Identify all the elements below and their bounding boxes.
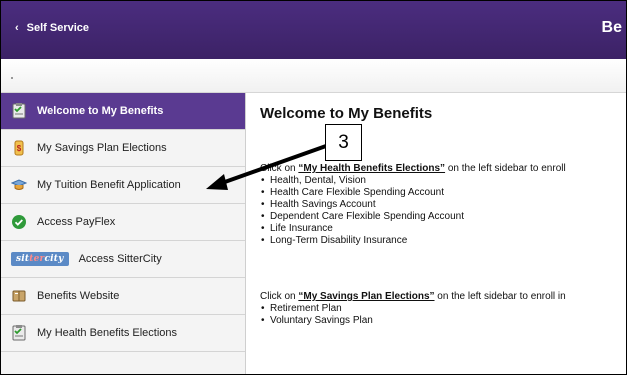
sidebar-item-health-elections[interactable]: My Health Benefits Elections xyxy=(1,315,245,352)
list-item: Health, Dental, Vision xyxy=(260,175,464,187)
chevron-left-icon: ‹ xyxy=(15,22,19,34)
piggy-bank-icon: $ xyxy=(11,140,27,156)
list-item: Dependent Care Flexible Spending Account xyxy=(260,211,464,223)
green-check-icon xyxy=(11,214,27,230)
sidebar: Welcome to My Benefits $ My Savings Plan… xyxy=(1,93,246,374)
health-elections-link[interactable]: “My Health Benefits Elections” xyxy=(298,163,445,174)
list-item: Voluntary Savings Plan xyxy=(260,315,373,327)
back-button[interactable]: ‹ Self Service xyxy=(15,22,89,34)
sidebar-item-label: Welcome to My Benefits xyxy=(37,105,164,117)
book-icon xyxy=(11,288,27,304)
savings-elections-instruction: Click on “My Savings Plan Elections” on … xyxy=(260,291,566,303)
sittercity-logo: sit ter city xyxy=(11,252,69,266)
sidebar-item-label: Access SitterCity xyxy=(78,253,162,265)
list-item: Life Insurance xyxy=(260,223,464,235)
instruction-prefix: Click on xyxy=(260,291,299,302)
top-banner: ‹ Self Service Be xyxy=(1,1,626,59)
savings-elections-link[interactable]: “My Savings Plan Elections” xyxy=(298,291,434,302)
app-window: ‹ Self Service Be Welcome to My Benefits… xyxy=(0,0,627,375)
sidebar-item-tuition[interactable]: My Tuition Benefit Application xyxy=(1,167,245,204)
checklist-icon xyxy=(11,103,27,119)
health-elections-instruction: Click on “My Health Benefits Elections” … xyxy=(260,163,566,175)
instruction-suffix: on the left sidebar to enroll in xyxy=(434,291,566,302)
sub-header-bar xyxy=(1,59,626,93)
page-header-title: Be xyxy=(601,19,622,36)
health-elections-list: Health, Dental, Vision Health Care Flexi… xyxy=(260,175,464,247)
sidebar-item-label: My Savings Plan Elections xyxy=(37,142,167,154)
list-item: Long-Term Disability Insurance xyxy=(260,235,464,247)
page-title: Welcome to My Benefits xyxy=(260,105,433,122)
list-item: Health Care Flexible Spending Account xyxy=(260,187,464,199)
logo-text-b: ter xyxy=(29,254,45,264)
sidebar-item-label: My Tuition Benefit Application xyxy=(37,179,181,191)
sidebar-item-payflex[interactable]: Access PayFlex xyxy=(1,204,245,241)
sidebar-item-benefits-website[interactable]: Benefits Website xyxy=(1,278,245,315)
sidebar-item-label: Benefits Website xyxy=(37,290,120,302)
instruction-suffix: on the left sidebar to enroll xyxy=(445,163,566,174)
sidebar-item-sittercity[interactable]: sit ter city Access SitterCity xyxy=(1,241,245,278)
back-button-label: Self Service xyxy=(26,22,90,34)
main-content: Welcome to My Benefits Click on “My Heal… xyxy=(259,93,626,374)
logo-text-c: city xyxy=(44,254,64,264)
divider-dot xyxy=(11,77,13,79)
sidebar-item-savings-plan[interactable]: $ My Savings Plan Elections xyxy=(1,130,245,167)
svg-text:$: $ xyxy=(17,144,22,153)
sidebar-item-label: My Health Benefits Elections xyxy=(37,327,178,339)
logo-text-a: sit xyxy=(16,254,30,264)
sidebar-item-welcome[interactable]: Welcome to My Benefits xyxy=(1,93,245,130)
list-item: Retirement Plan xyxy=(260,303,373,315)
instruction-prefix: Click on xyxy=(260,163,299,174)
savings-elections-list: Retirement Plan Voluntary Savings Plan xyxy=(260,303,373,327)
checklist-icon xyxy=(11,325,27,341)
list-item: Health Savings Account xyxy=(260,199,464,211)
sidebar-item-label: Access PayFlex xyxy=(37,216,116,228)
step-callout: 3 xyxy=(325,124,362,161)
mortarboard-icon xyxy=(11,177,27,193)
